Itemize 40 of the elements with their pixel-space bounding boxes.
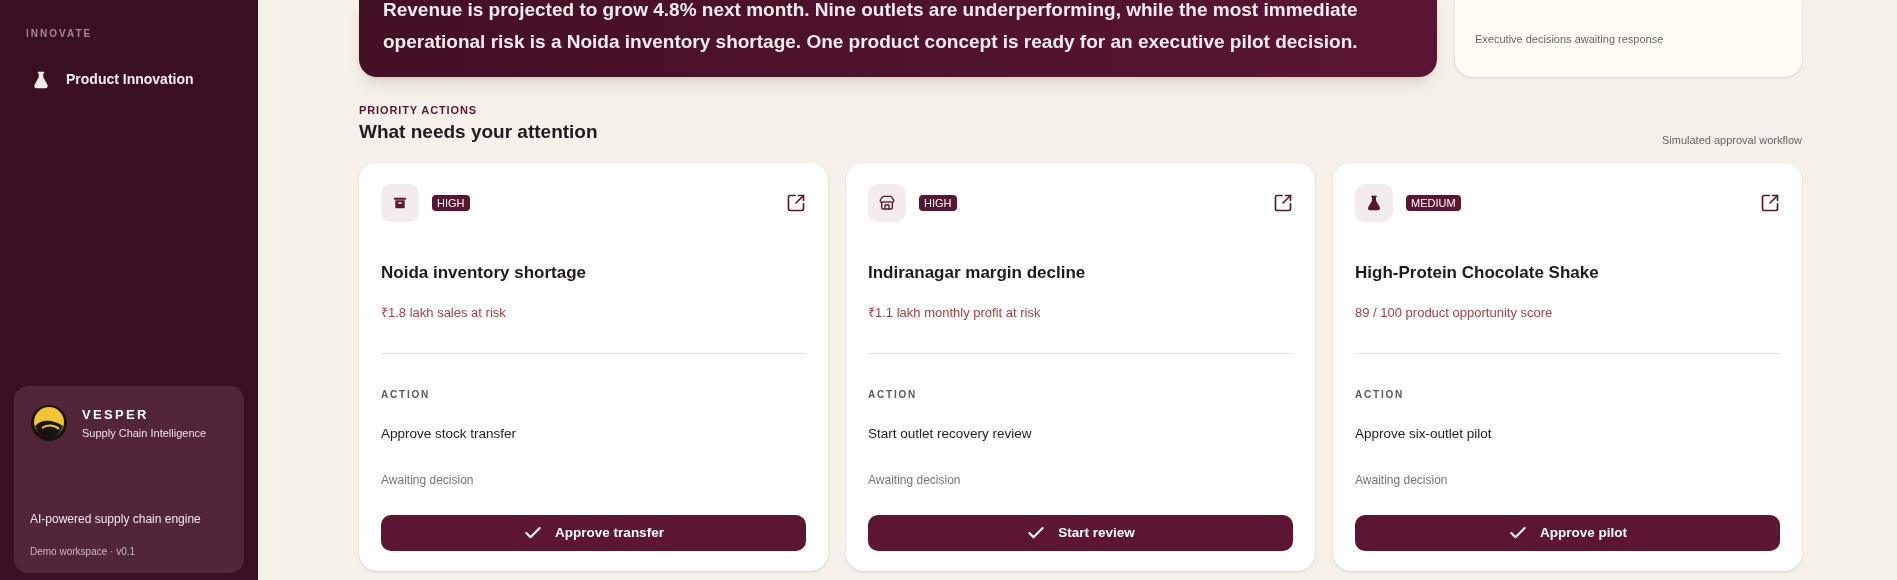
flask-icon: [1366, 194, 1382, 211]
summary-text: Revenue is projected to grow 4.8% next month. Nine outlets are underperforming, while the most immediate operational risk is a Noida inventory shortage. One product concept is ready for an executive pilot decision.: [383, 0, 1359, 54]
brand-tagline: Supply Chain Intelligence: [82, 425, 207, 441]
card-title: Indiranagar margin decline: [868, 261, 1087, 284]
section-eyebrow: PRIORITY ACTIONS: [359, 103, 478, 118]
store-icon: [879, 194, 895, 211]
status-text: Awaiting decision: [1355, 471, 1449, 489]
priority-badge: HIGH: [432, 194, 470, 211]
priority-badge: MEDIUM: [1406, 194, 1461, 211]
action-label: ACTION: [868, 387, 919, 402]
logo-icon: [30, 404, 68, 442]
section-title: What needs your attention: [359, 119, 598, 144]
impact-text: ₹1.8 lakh sales at risk: [381, 304, 507, 322]
impact-text: ₹1.1 lakh monthly profit at risk: [868, 304, 1042, 322]
approve-button[interactable]: Start review: [868, 514, 1293, 551]
action-label: ACTION: [381, 387, 432, 402]
action-text: Approve stock transfer: [381, 424, 518, 443]
card-title: Noida inventory shortage: [381, 261, 587, 284]
status-text: Awaiting decision: [381, 471, 475, 489]
archive-icon: [392, 194, 408, 211]
action-text: Start outlet recovery review: [868, 424, 1033, 443]
section-label: INNOVATE: [25, 27, 94, 41]
sidebar-item[interactable]: Product Innovation: [66, 69, 194, 90]
action-text: Approve six-outlet pilot: [1355, 424, 1493, 443]
workflow-note: Simulated approval workflow: [1662, 133, 1802, 148]
priority-badge: HIGH: [919, 194, 957, 211]
impact-text: 89 / 100 product opportunity score: [1355, 304, 1554, 322]
open-icon[interactable]: [1273, 192, 1293, 213]
brand-name: VESPER: [82, 406, 150, 424]
stat-caption: Executive decisions awaiting response: [1475, 33, 1664, 45]
version-text: Demo workspace · v0.1: [30, 545, 137, 559]
status-text: Awaiting decision: [868, 471, 962, 489]
action-label: ACTION: [1355, 387, 1406, 402]
open-icon[interactable]: [786, 192, 806, 213]
approve-button[interactable]: Approve pilot: [1355, 514, 1780, 551]
approve-button[interactable]: Approve transfer: [381, 514, 806, 551]
brand-description: AI-powered supply chain engine: [30, 511, 202, 528]
open-icon[interactable]: [1760, 192, 1780, 213]
card-title: High-Protein Chocolate Shake: [1355, 261, 1600, 284]
flask-icon: [32, 70, 50, 89]
